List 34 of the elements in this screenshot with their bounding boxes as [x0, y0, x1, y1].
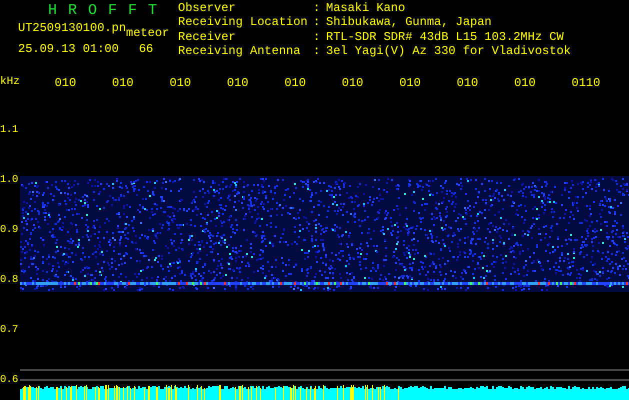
info-label: Receiving Antenna [178, 46, 302, 60]
time-label: 010 [54, 76, 78, 90]
frequency-label: 1.0 [0, 174, 18, 186]
date-time: 25.09.13 01:00 [18, 42, 119, 56]
time-label: 010 [342, 76, 364, 90]
app-title: H R O F F T [47, 3, 160, 18]
time-label: 010 [456, 76, 480, 90]
frequency-label: 0.7 [0, 324, 18, 336]
info-separator: : [313, 17, 322, 32]
time-label: 010 [112, 76, 135, 90]
frequency-label: 1.1 [0, 124, 18, 136]
time-label: 010 [226, 76, 250, 90]
info-value: Masaki Kano [326, 3, 406, 16]
frequency-label: 0.6 [0, 374, 18, 386]
time-label: 010 [514, 76, 537, 90]
info-value: Shibukawa, Gunma, Japan [326, 17, 493, 31]
info-separator: : [313, 46, 322, 60]
info-label: Receiver [178, 32, 237, 45]
event-type: meteor [126, 27, 170, 39]
info-separator: : [313, 32, 322, 46]
frequency-label: 0.8 [0, 274, 18, 286]
time-label: 010 [284, 76, 307, 90]
info-value: RTL-SDR SDR# 43dB L15 103.2MHz CW [326, 32, 565, 45]
event-count: 66 [138, 42, 154, 56]
time-label: 010 [169, 76, 192, 90]
info-label: Receiving Location [178, 17, 309, 31]
axis-unit: kHz [0, 76, 21, 88]
frequency-label: 0.9 [0, 224, 18, 236]
file-name: UT2509130100.pn [18, 21, 126, 37]
info-label: Observer [178, 3, 237, 16]
info-value: 3el Yagi(V) Az 330 for Vladivostok [326, 46, 571, 60]
info-separator: : [313, 3, 322, 17]
time-label: 0110 [572, 76, 602, 90]
time-label: 010 [399, 76, 422, 90]
